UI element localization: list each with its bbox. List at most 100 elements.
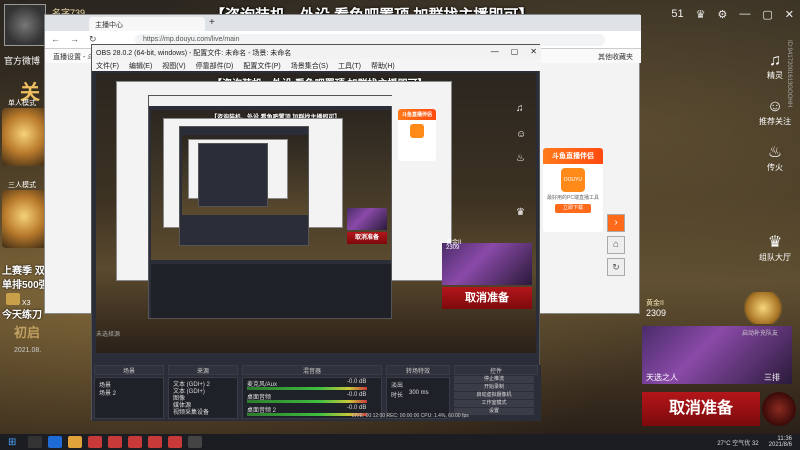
stop-stream-button[interactable]: 停止推流	[454, 376, 534, 383]
virtual-cam-button[interactable]: 启动虚拟摄像机	[454, 392, 534, 399]
windows-start-icon[interactable]: ⊞	[8, 437, 16, 448]
obs-icon[interactable]	[188, 436, 202, 448]
hero-name: 天选之人	[646, 373, 678, 382]
obs-titlebar: OBS 28.0.2 (64-bit, windows) - 配置文件: 未命名…	[92, 45, 541, 59]
menu-scene-collection[interactable]: 场景集合(S)	[291, 61, 328, 70]
obs-preview[interactable]: 【咨询装机、外设 看鱼吧置顶 加群找主播即可】 【咨询装机、外设 看鱼吧置顶 加…	[96, 73, 536, 353]
right-item-recommend[interactable]: ☺ 推荐关注	[750, 98, 800, 127]
app-icon[interactable]	[128, 436, 142, 448]
right-item-label: 传火	[767, 163, 783, 172]
preview-crown-icon: ♛	[516, 207, 525, 218]
studio-mode-button[interactable]: 工作室模式	[454, 400, 534, 407]
menu-edit[interactable]: 编辑(E)	[129, 61, 152, 70]
browser-nav: ← → ↻	[51, 34, 97, 45]
menu-tools[interactable]: 工具(T)	[338, 61, 361, 70]
clock[interactable]: 11:36 2021/8/6	[769, 436, 792, 448]
close-icon[interactable]: ✕	[530, 47, 537, 56]
app-icon[interactable]	[148, 436, 162, 448]
scenes-dock-header: 场景	[94, 365, 164, 375]
maximize-icon[interactable]: ▢	[762, 8, 772, 21]
vertical-id: ID:94172001613GOOHH	[786, 40, 792, 108]
rank-line: 单排500强	[2, 280, 49, 291]
start-record-button[interactable]: 开始录制	[454, 384, 534, 391]
app-icon[interactable]	[168, 436, 182, 448]
right-item-label: 精灵	[767, 71, 783, 80]
nested-promo-logo-icon	[410, 124, 424, 138]
coin-count: 51	[671, 8, 684, 20]
sources-dock-header: 来源	[168, 365, 238, 375]
maximize-icon[interactable]: ▢	[511, 47, 519, 56]
transition-duration[interactable]: 300 ms	[409, 390, 429, 396]
single-mode-card[interactable]	[2, 108, 46, 166]
cancel-ready-button[interactable]: 取消准备	[642, 392, 760, 426]
forward-icon[interactable]: →	[70, 34, 79, 45]
source-item[interactable]: 视频采集设备	[173, 407, 209, 416]
sources-dock: 文本 (GDI+) 2 文本 (GDI+) 图像 媒体源 视频采集设备	[168, 377, 238, 419]
home-icon[interactable]: ⌂	[607, 236, 625, 254]
transition-duration-label: 时长	[391, 393, 404, 399]
mixer-meter	[247, 413, 367, 416]
browser-tabbar: 主播中心 +	[45, 15, 641, 31]
smile-icon: ☺	[766, 98, 784, 115]
promo-logo-icon: DOUYU	[561, 168, 585, 192]
scene-item[interactable]: 场景 2	[99, 388, 116, 397]
transitions-dock-header: 转场特效	[386, 365, 450, 375]
menu-profile[interactable]: 配置文件(P)	[243, 61, 280, 70]
right-item-fire[interactable]: ♨ 传火	[750, 142, 800, 173]
weather-text[interactable]: 27°C 空气优 32	[717, 438, 758, 447]
app-icon[interactable]	[108, 436, 122, 448]
date-text: 2021.08.	[14, 347, 42, 354]
controls-dock-header: 控件	[454, 365, 538, 375]
obs-window: OBS 28.0.2 (64-bit, windows) - 配置文件: 未命名…	[91, 44, 541, 421]
promo-card[interactable]: 斗鱼直播伴侣 DOUYU 最好用的PC端直播工具 立即下载	[543, 148, 603, 232]
edge-icon[interactable]	[48, 436, 62, 448]
menu-file[interactable]: 文件(F)	[96, 61, 119, 70]
crown-icon[interactable]: ♛	[696, 8, 706, 21]
transition-type[interactable]: 淡出	[391, 380, 403, 389]
folder-icon[interactable]	[68, 436, 82, 448]
clock-date: 2021/8/6	[768, 442, 792, 448]
nested-preview-2	[182, 135, 308, 215]
minimize-icon[interactable]: —	[739, 8, 750, 21]
right-item-label: 组队大厅	[759, 253, 791, 262]
app-icon[interactable]	[88, 436, 102, 448]
back-icon[interactable]: ←	[51, 34, 60, 45]
promo-download-button[interactable]: 立即下载	[555, 204, 591, 213]
nested-cancel-button: 取消准备	[347, 232, 387, 244]
gear-icon[interactable]: ⚙	[718, 8, 728, 21]
nested-preview: 【咨询装机、外设 看鱼吧置顶 加群找主播即可】 取消准备	[151, 110, 391, 260]
nested-promo-title: 斗鱼直播伴侣	[398, 109, 436, 120]
mixer-meter	[247, 387, 367, 390]
nested-promo-card: 斗鱼直播伴侣	[398, 109, 436, 161]
mixer-db: -0.0 dB	[347, 405, 367, 411]
right-item-spirit[interactable]: ♫ 精灵	[750, 52, 800, 81]
mixer-dock-header: 混音器	[242, 365, 382, 375]
preview-smile-icon: ☺	[516, 129, 527, 140]
search-icon[interactable]	[28, 436, 42, 448]
rank-title: 黄金II	[646, 300, 664, 307]
player-avatar[interactable]	[4, 4, 46, 46]
official-weibo-tag[interactable]: 官方微博	[4, 54, 40, 67]
close-icon[interactable]: ✕	[785, 8, 794, 21]
bookmark-other[interactable]: 其他收藏夹	[598, 52, 633, 62]
nested-docks	[151, 264, 391, 318]
crown-icon: ♛	[767, 234, 783, 251]
obs-status-bar: LIVE: 00:12:00 REC: 00:00:00 CPU: 1.4%, …	[352, 413, 469, 419]
daily-line: 今天练刀	[2, 310, 42, 321]
minimize-icon[interactable]: —	[491, 47, 499, 56]
duo-mode-label: 三人模式	[8, 182, 36, 189]
refresh-icon[interactable]: ↻	[607, 258, 625, 276]
right-item-team-hall[interactable]: ♛ 组队大厅	[750, 232, 800, 263]
mixer-meter	[247, 400, 367, 403]
scenes-dock: 场景 场景 2	[94, 377, 164, 419]
promo-arrow-icon[interactable]: ›	[607, 214, 625, 232]
menu-docks[interactable]: 停靠部件(D)	[196, 61, 234, 70]
new-tab-icon[interactable]: +	[209, 17, 215, 28]
browser-tab[interactable]: 主播中心	[89, 17, 205, 31]
menu-help[interactable]: 帮助(H)	[371, 61, 395, 70]
duo-mode-card[interactable]	[2, 190, 46, 248]
taskbar-apps	[28, 436, 202, 448]
fire-icon: ♨	[767, 144, 783, 161]
menu-view[interactable]: 视图(V)	[162, 61, 185, 70]
mixer-db: -0.0 dB	[347, 392, 367, 398]
